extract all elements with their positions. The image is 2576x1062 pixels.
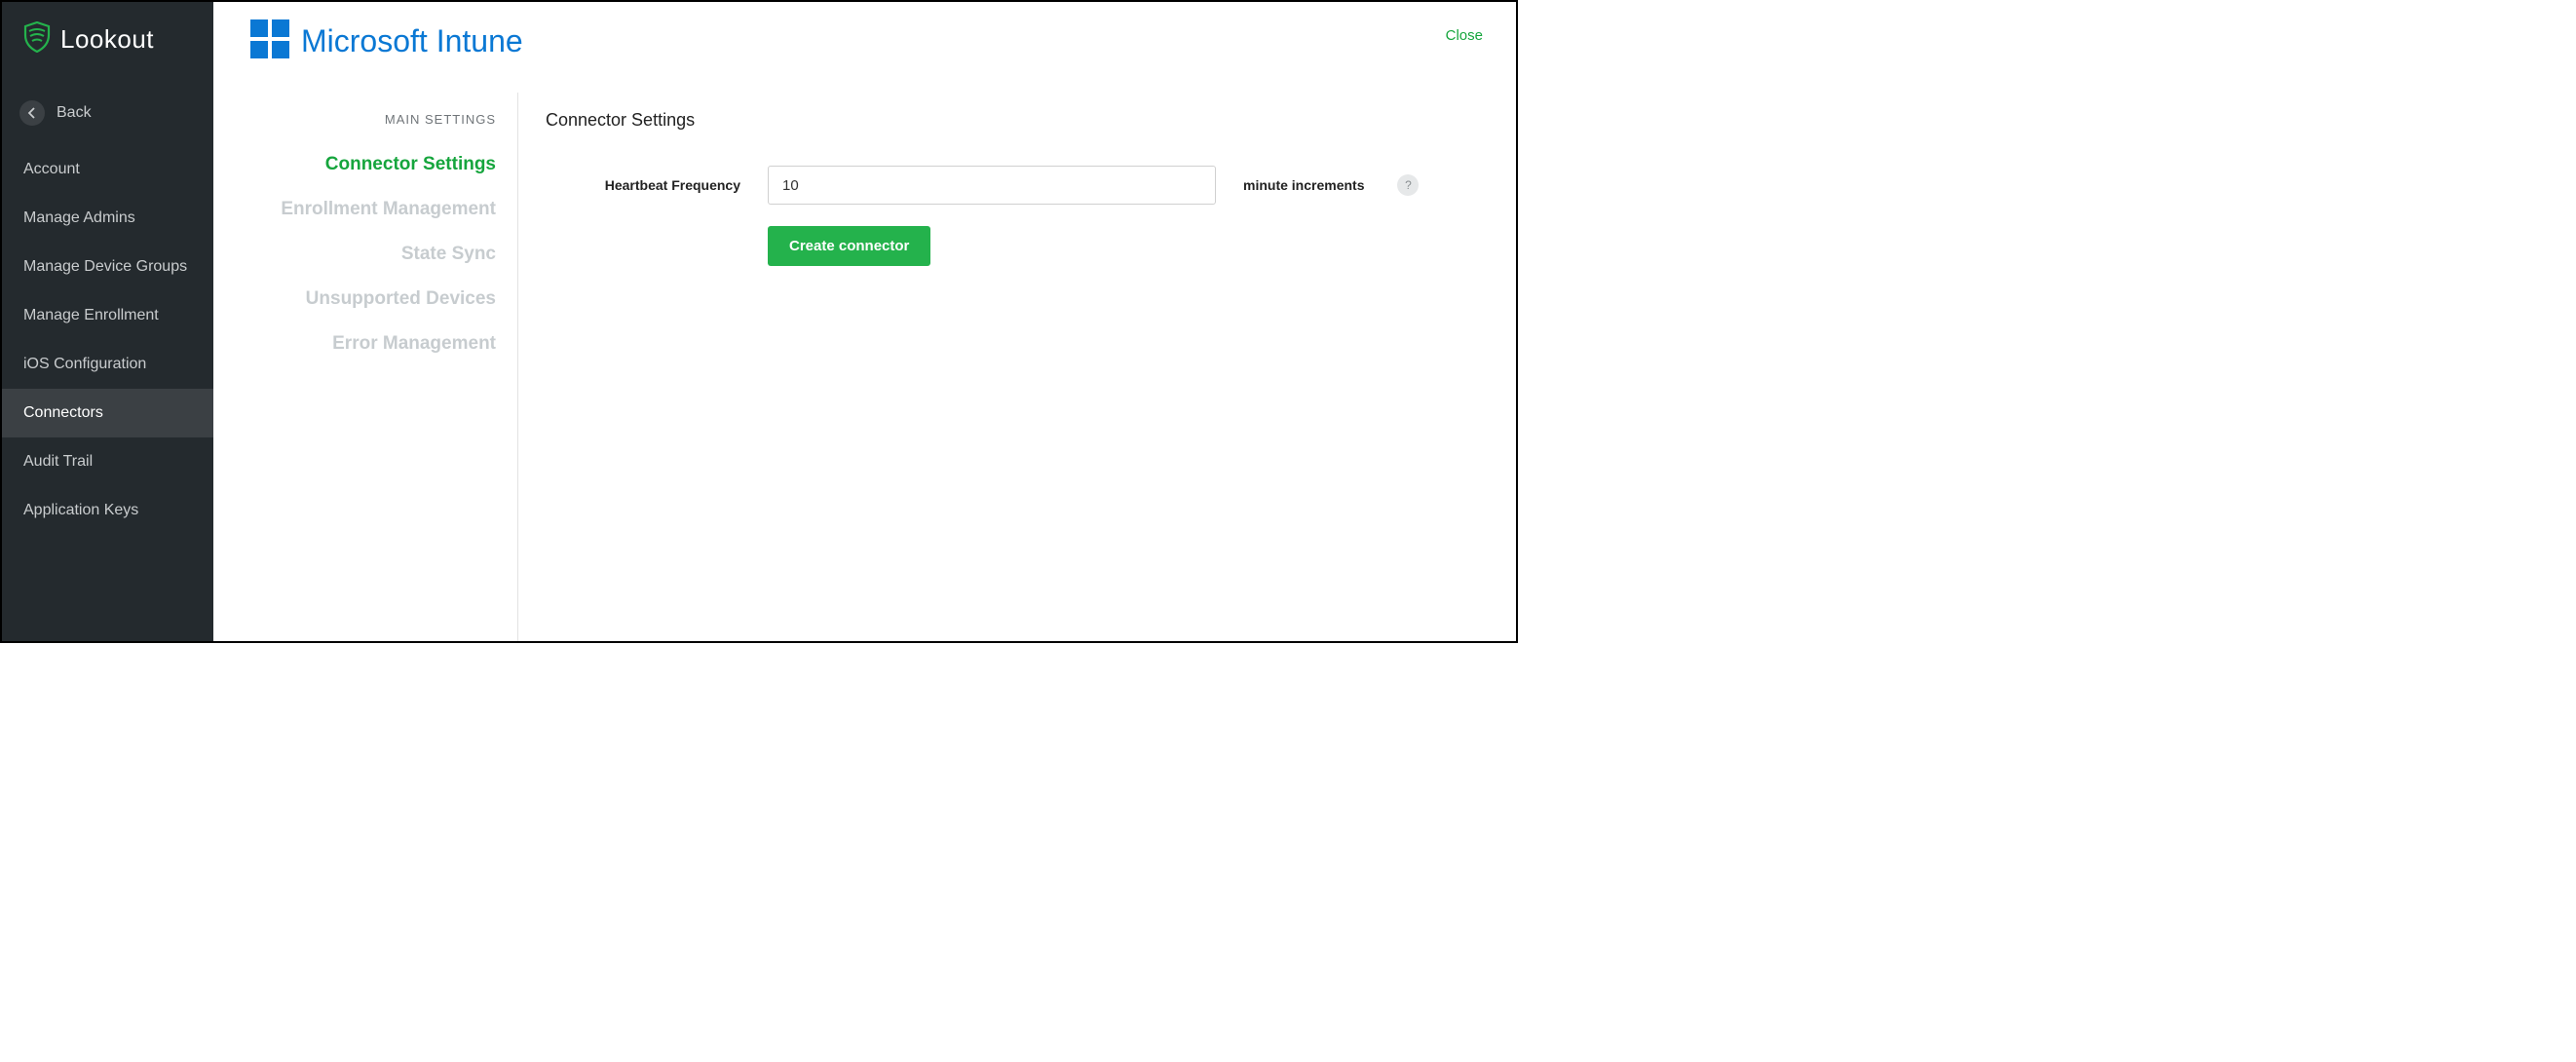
settings-tab-state-sync: State Sync: [235, 244, 496, 265]
settings-tab-enrollment-management: Enrollment Management: [235, 199, 496, 220]
settings-tab-connector-settings[interactable]: Connector Settings: [235, 154, 496, 175]
heartbeat-row: Heartbeat Frequency minute increments ?: [546, 166, 1489, 205]
settings-nav: MAIN SETTINGS Connector Settings Enrollm…: [213, 93, 518, 641]
back-button[interactable]: Back: [2, 89, 213, 145]
sidebar-item-manage-admins[interactable]: Manage Admins: [2, 194, 213, 243]
detail-title: Connector Settings: [546, 110, 1489, 131]
sidebar-item-audit-trail[interactable]: Audit Trail: [2, 437, 213, 486]
chevron-left-icon: [19, 100, 45, 126]
create-connector-button[interactable]: Create connector: [768, 226, 930, 266]
content-row: MAIN SETTINGS Connector Settings Enrollm…: [213, 93, 1516, 641]
lookout-shield-icon: [23, 21, 51, 57]
main-panel: Microsoft Intune Close MAIN SETTINGS Con…: [213, 2, 1516, 641]
sidebar-item-manage-enrollment[interactable]: Manage Enrollment: [2, 291, 213, 340]
settings-tab-error-management: Error Management: [235, 333, 496, 355]
sidebar-item-connectors[interactable]: Connectors: [2, 389, 213, 437]
sidebar-item-application-keys[interactable]: Application Keys: [2, 486, 213, 535]
close-button[interactable]: Close: [1446, 19, 1483, 44]
brand-name: Lookout: [60, 24, 154, 55]
sidebar-item-account[interactable]: Account: [2, 145, 213, 194]
help-icon[interactable]: ?: [1397, 174, 1419, 196]
settings-tab-unsupported-devices: Unsupported Devices: [235, 288, 496, 310]
detail-panel: Connector Settings Heartbeat Frequency m…: [518, 93, 1516, 641]
header: Microsoft Intune Close: [213, 2, 1516, 93]
heartbeat-input[interactable]: [768, 166, 1216, 205]
connector-header: Microsoft Intune: [250, 19, 523, 63]
sidebar-item-manage-device-groups[interactable]: Manage Device Groups: [2, 243, 213, 291]
heartbeat-label: Heartbeat Frequency: [546, 177, 740, 193]
microsoft-logo-icon: [250, 19, 289, 63]
back-label: Back: [57, 104, 92, 122]
settings-nav-title: MAIN SETTINGS: [235, 112, 496, 127]
brand-logo: Lookout: [2, 2, 213, 89]
sidebar-item-ios-configuration[interactable]: iOS Configuration: [2, 340, 213, 389]
heartbeat-suffix: minute increments: [1243, 177, 1364, 193]
connector-title: Microsoft Intune: [301, 23, 523, 59]
sidebar: Lookout Back Account Manage Admins Manag…: [2, 2, 213, 641]
